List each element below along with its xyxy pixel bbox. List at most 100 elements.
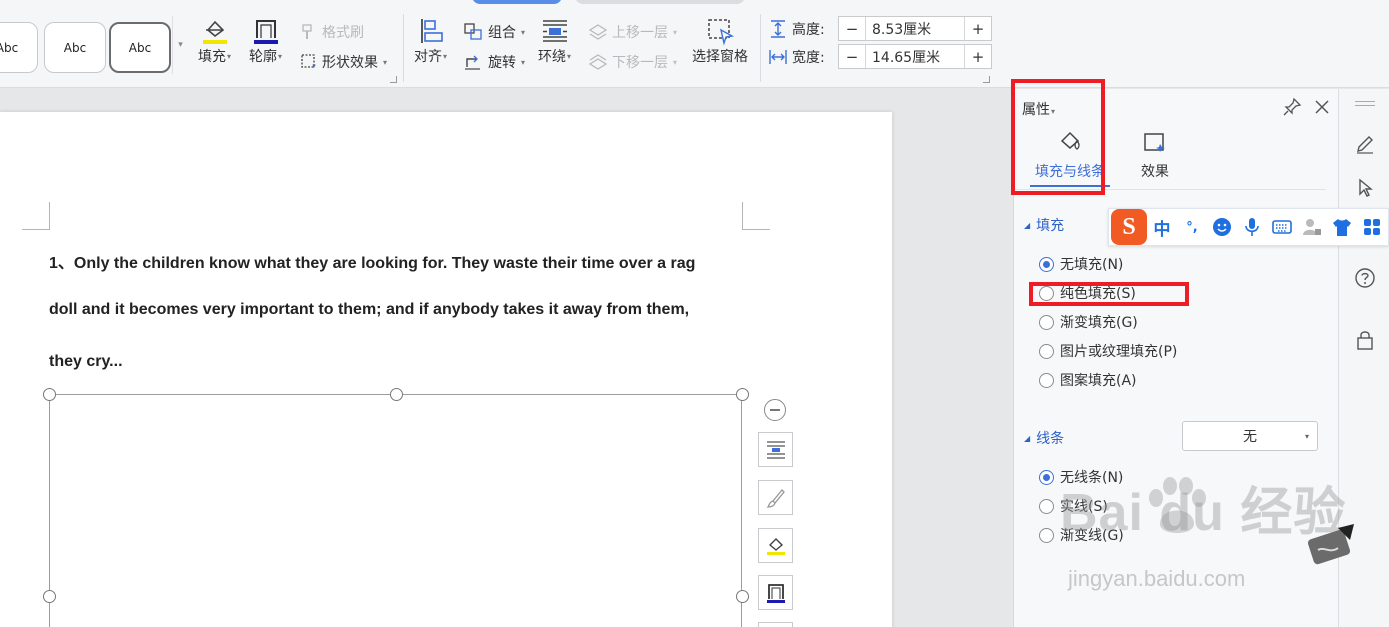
toolbox-grid-icon[interactable] bbox=[1357, 212, 1387, 242]
fill-option-label: 图片或纹理填充(P) bbox=[1060, 344, 1178, 360]
shape-style-1[interactable]: Abc bbox=[0, 22, 38, 73]
collapse-triangle-icon: ◢ bbox=[1024, 433, 1031, 443]
microphone-icon[interactable] bbox=[1237, 212, 1267, 242]
fill-option-gradient[interactable]: 渐变填充(G) bbox=[1039, 312, 1138, 332]
pen-badge-icon bbox=[1308, 524, 1354, 565]
shape-effects-button[interactable]: 形状效果 ▾ bbox=[300, 52, 387, 72]
lock-icon[interactable] bbox=[1354, 329, 1376, 351]
float-more-button[interactable] bbox=[758, 622, 793, 627]
highlight-box-solid-fill bbox=[1029, 282, 1189, 306]
height-increment-button[interactable]: + bbox=[965, 17, 991, 40]
cursor-icon[interactable] bbox=[1354, 177, 1376, 199]
wrap-text-button[interactable]: 环绕 ▾ bbox=[538, 16, 571, 66]
float-layout-button[interactable] bbox=[758, 432, 793, 467]
collapse-float-toolbar-icon[interactable] bbox=[764, 399, 786, 421]
height-input[interactable]: 8.53厘米 bbox=[865, 17, 965, 40]
resize-handle-right[interactable] bbox=[736, 590, 749, 603]
align-button[interactable]: 对齐 ▾ bbox=[414, 16, 447, 66]
group-button[interactable]: 组合 ▾ bbox=[464, 22, 525, 42]
fill-option-label: 无填充(N) bbox=[1060, 257, 1124, 273]
tab-effects-label: 效果 bbox=[1141, 164, 1169, 180]
user-icon[interactable] bbox=[1297, 212, 1327, 242]
width-decrement-button[interactable]: − bbox=[839, 45, 865, 68]
size-dialog-launcher[interactable] bbox=[983, 76, 990, 83]
rail-grip bbox=[1355, 101, 1375, 102]
collapse-triangle-icon: ◢ bbox=[1024, 220, 1031, 230]
skin-shirt-icon[interactable] bbox=[1327, 212, 1357, 242]
line-section-header[interactable]: ◢ 线条 bbox=[1024, 428, 1064, 448]
keyboard-icon[interactable] bbox=[1267, 212, 1297, 242]
watermark-site-text: jingyan.baidu.com bbox=[1068, 566, 1246, 591]
sogou-logo-icon[interactable]: S bbox=[1111, 209, 1147, 245]
brush-icon bbox=[765, 488, 785, 508]
rotate-button[interactable]: 旋转 ▾ bbox=[464, 52, 525, 72]
radio-button[interactable] bbox=[1039, 314, 1054, 330]
radio-button[interactable] bbox=[1039, 469, 1054, 485]
radio-button[interactable] bbox=[1039, 343, 1054, 359]
float-outline-button[interactable] bbox=[758, 575, 793, 610]
fill-button[interactable]: 填充 ▾ bbox=[198, 16, 231, 66]
resize-handle-top[interactable] bbox=[390, 388, 403, 401]
resize-handle-top-right[interactable] bbox=[736, 388, 749, 401]
float-style-button[interactable] bbox=[758, 480, 793, 515]
wrap-text-label: 环绕 bbox=[538, 49, 566, 65]
ime-mode-toggle[interactable]: 中 bbox=[1147, 212, 1177, 242]
format-painter-icon bbox=[302, 24, 312, 39]
width-stepper[interactable]: − 14.65厘米 + bbox=[838, 44, 992, 69]
shape-style-2[interactable]: Abc bbox=[44, 22, 106, 73]
height-stepper[interactable]: − 8.53厘米 + bbox=[838, 16, 992, 41]
bring-forward-button[interactable]: 上移一层 ▾ bbox=[588, 22, 677, 42]
fill-option-pattern[interactable]: 图案填充(A) bbox=[1039, 370, 1137, 390]
rotate-label: 旋转 bbox=[488, 55, 516, 71]
align-label: 对齐 bbox=[414, 49, 442, 65]
outline-icon bbox=[766, 583, 785, 603]
float-fill-button[interactable] bbox=[758, 528, 793, 563]
paragraph-line[interactable]: they cry... bbox=[49, 353, 123, 371]
selection-pane-label: 选择窗格 bbox=[692, 49, 748, 65]
height-decrement-button[interactable]: − bbox=[839, 17, 865, 40]
help-icon[interactable] bbox=[1354, 267, 1376, 289]
radio-button[interactable] bbox=[1039, 372, 1054, 388]
outline-button[interactable]: 轮廓 ▾ bbox=[249, 16, 282, 66]
tab-effects[interactable]: 效果 bbox=[1125, 125, 1185, 181]
paragraph-line[interactable]: doll and it becomes very important to th… bbox=[49, 301, 689, 319]
paw-logo-icon bbox=[1149, 477, 1206, 533]
pin-icon[interactable] bbox=[1282, 97, 1302, 122]
radio-button[interactable] bbox=[1039, 527, 1054, 543]
ribbon-separator bbox=[760, 14, 761, 82]
send-backward-button[interactable]: 下移一层 ▾ bbox=[588, 52, 677, 72]
shape-style-3[interactable]: Abc bbox=[109, 22, 171, 73]
fill-option-none[interactable]: 无填充(N) bbox=[1039, 254, 1123, 274]
align-icon bbox=[416, 16, 446, 46]
radio-button[interactable] bbox=[1039, 256, 1054, 272]
paragraph-line[interactable]: 1、Only the children know what they are l… bbox=[49, 249, 695, 273]
outline-label: 轮廓 bbox=[249, 49, 277, 65]
selected-text-box-shape[interactable] bbox=[49, 394, 742, 627]
send-backward-icon bbox=[588, 54, 608, 70]
line-type-dropdown[interactable]: 无 ▾ bbox=[1182, 421, 1318, 451]
pen-icon[interactable] bbox=[1354, 133, 1376, 155]
emoji-icon[interactable] bbox=[1207, 212, 1237, 242]
fill-bucket-icon bbox=[200, 16, 230, 46]
bring-forward-label: 上移一层 bbox=[612, 25, 668, 41]
outline-icon bbox=[251, 16, 281, 46]
resize-handle-top-left[interactable] bbox=[43, 388, 56, 401]
bring-forward-icon bbox=[588, 24, 608, 40]
width-increment-button[interactable]: + bbox=[965, 45, 991, 68]
radio-button[interactable] bbox=[1039, 498, 1054, 514]
style-gallery-more-button[interactable]: ▾ bbox=[172, 16, 188, 74]
height-icon bbox=[771, 20, 785, 38]
resize-handle-left[interactable] bbox=[43, 590, 56, 603]
format-painter-button[interactable]: 格式刷 bbox=[300, 22, 364, 42]
shape-style-dialog-launcher[interactable] bbox=[390, 76, 397, 83]
shape-effects-icon bbox=[301, 54, 316, 68]
ime-punctuation-toggle[interactable]: °, bbox=[1177, 212, 1207, 242]
close-icon[interactable] bbox=[1312, 97, 1332, 122]
chevron-down-icon: ▾ bbox=[1304, 431, 1309, 441]
width-input[interactable]: 14.65厘米 bbox=[865, 45, 965, 68]
fill-section-header[interactable]: ◢ 填充 bbox=[1024, 215, 1064, 235]
selection-pane-button[interactable]: 选择窗格 bbox=[692, 16, 748, 66]
wrap-text-icon bbox=[540, 16, 570, 46]
sogou-ime-toolbar[interactable]: S 中 °, bbox=[1108, 208, 1389, 246]
fill-option-picture-texture[interactable]: 图片或纹理填充(P) bbox=[1039, 341, 1177, 361]
